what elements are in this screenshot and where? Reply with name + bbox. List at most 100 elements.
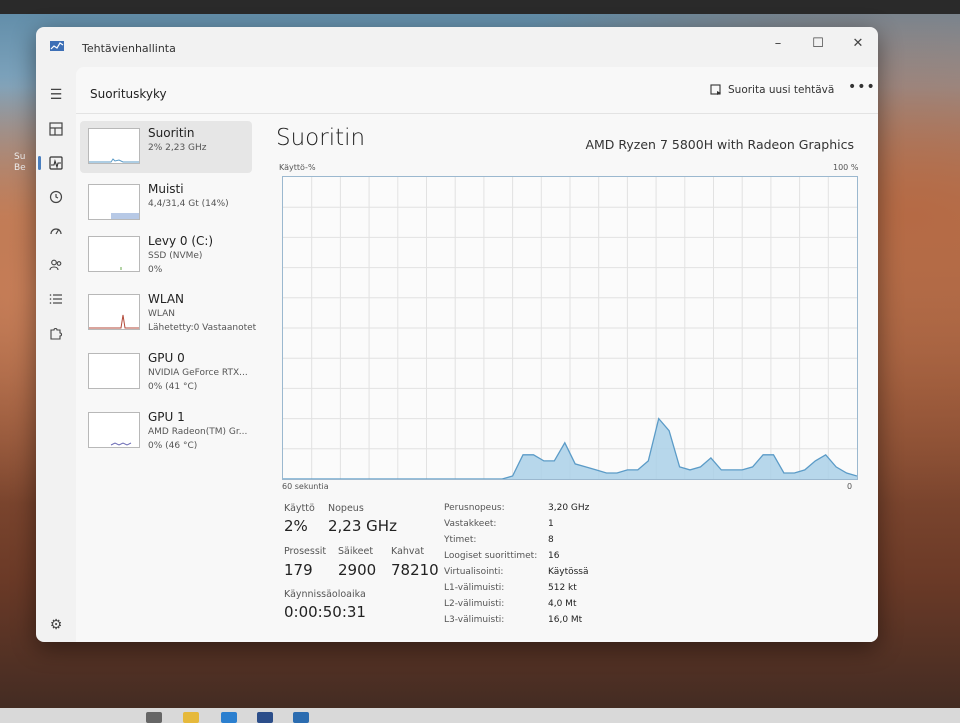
usage-value: 2% <box>284 517 308 535</box>
close-button[interactable]: ✕ <box>838 31 878 57</box>
device-name: GPU 1 <box>148 410 185 424</box>
screen-bezel <box>0 0 960 14</box>
list-icon <box>49 294 62 304</box>
startup-apps-icon[interactable] <box>44 219 68 243</box>
device-name: Suoritin <box>148 126 195 140</box>
run-new-task-button[interactable]: Suorita uusi tehtävä <box>710 84 834 96</box>
device-name: WLAN <box>148 292 185 306</box>
speed-label: Nopeus <box>328 503 364 514</box>
details-icon[interactable] <box>44 287 68 311</box>
info-label: Virtualisointi: <box>444 567 504 577</box>
graph-y-label: Käyttö-% <box>279 163 316 172</box>
cpu-title: Suoritin <box>276 125 366 151</box>
device-item-gpu0[interactable]: GPU 0 NVIDIA GeForce RTX... 0% (41 °C) <box>80 346 252 398</box>
app-history-icon[interactable] <box>44 185 68 209</box>
services-icon[interactable] <box>44 321 68 345</box>
memory-thumbnail-graph <box>88 184 140 220</box>
hamburger-menu-icon[interactable]: ☰ <box>44 83 68 107</box>
graph-y-max: 100 % <box>833 163 859 172</box>
graph-time-end: 0 <box>847 482 853 491</box>
info-value: 3,20 GHz <box>548 503 590 513</box>
device-detail: AMD Radeon(TM) Gr... <box>148 427 248 437</box>
info-value: 16,0 Mt <box>548 615 583 625</box>
cpu-thumbnail-graph <box>88 128 140 164</box>
uptime-label: Käynnissäoloaika <box>284 589 366 600</box>
processes-value: 179 <box>284 561 313 579</box>
page-title: Suorituskyky <box>90 87 167 101</box>
device-detail: 0% (41 °C) <box>148 382 198 392</box>
info-value: 1 <box>548 519 554 529</box>
info-label: Perusnopeus: <box>444 503 505 513</box>
minimize-button[interactable]: – <box>758 31 798 57</box>
device-item-disk[interactable]: Levy 0 (C:) SSD (NVMe) 0% <box>80 229 252 281</box>
more-options-button[interactable]: ••• <box>848 79 876 95</box>
device-detail: 0% <box>148 265 163 275</box>
history-clock-icon <box>49 190 63 204</box>
users-icon[interactable] <box>44 253 68 277</box>
cpu-model-name: AMD Ryzen 7 5800H with Radeon Graphics <box>585 137 854 152</box>
threads-label: Säikeet <box>338 546 374 557</box>
info-value: 16 <box>548 551 560 561</box>
info-label: L2-välimuisti: <box>444 599 505 609</box>
desktop-icon-label[interactable]: Su <box>14 152 25 162</box>
performance-icon[interactable] <box>38 151 68 175</box>
gpu0-thumbnail-graph <box>88 353 140 389</box>
device-name: Muisti <box>148 182 184 196</box>
info-label: Ytimet: <box>444 535 477 545</box>
device-detail: WLAN <box>148 309 176 319</box>
info-value: 8 <box>548 535 554 545</box>
task-manager-window: Tehtävienhallinta – ☐ ✕ ☰ ⚙ Suorituskyky… <box>36 27 878 642</box>
speedometer-icon <box>50 228 62 235</box>
disk-thumbnail-graph <box>88 236 140 272</box>
uptime-value: 0:00:50:31 <box>284 603 366 621</box>
taskbar <box>0 708 960 723</box>
processes-icon[interactable] <box>44 117 68 141</box>
title-bar[interactable]: Tehtävienhallinta – ☐ ✕ <box>36 27 878 67</box>
handles-label: Kahvat <box>391 546 425 557</box>
device-item-wlan[interactable]: WLAN WLAN Lähetetty:0 Vastaanotet <box>80 287 256 339</box>
handles-value: 78210 <box>391 561 439 579</box>
window-title: Tehtävienhallinta <box>82 42 176 55</box>
device-name: GPU 0 <box>148 351 185 365</box>
desktop-icon-label[interactable]: Be <box>14 163 26 173</box>
usage-label: Käyttö <box>284 503 315 514</box>
info-value: 512 kt <box>548 583 577 593</box>
info-value: Käytössä <box>548 567 589 577</box>
processes-label: Prosessit <box>284 546 327 557</box>
task-manager-app-icon <box>50 41 64 51</box>
taskbar-app-icon[interactable] <box>257 712 273 723</box>
device-detail: 2% 2,23 GHz <box>148 143 207 153</box>
device-item-memory[interactable]: Muisti 4,4/31,4 Gt (14%) <box>80 177 252 229</box>
people-icon <box>49 259 62 271</box>
page-header: Suorituskyky Suorita uusi tehtävä ••• <box>76 67 878 114</box>
device-detail: NVIDIA GeForce RTX... <box>148 368 248 378</box>
settings-gear-icon[interactable]: ⚙ <box>44 613 68 637</box>
puzzle-icon <box>50 328 62 340</box>
device-name: Levy 0 (C:) <box>148 234 214 248</box>
graph-time-span: 60 sekuntia <box>282 482 329 491</box>
wlan-thumbnail-graph <box>88 294 140 330</box>
device-detail: SSD (NVMe) <box>148 251 203 261</box>
info-label: Vastakkeet: <box>444 519 497 529</box>
device-item-gpu1[interactable]: GPU 1 AMD Radeon(TM) Gr... 0% (46 °C) <box>80 405 252 457</box>
cpu-usage-graph <box>282 176 858 480</box>
speed-value: 2,23 GHz <box>328 517 397 535</box>
device-item-cpu[interactable]: Suoritin 2% 2,23 GHz <box>80 121 252 173</box>
info-value: 4,0 Mt <box>548 599 577 609</box>
run-new-task-label: Suorita uusi tehtävä <box>728 84 835 96</box>
run-task-icon <box>710 84 721 95</box>
file-explorer-icon[interactable] <box>183 712 199 723</box>
device-detail: Lähetetty:0 Vastaanotet <box>148 323 257 333</box>
taskbar-app-icon[interactable] <box>293 712 309 723</box>
pulse-chart-icon <box>49 156 63 170</box>
browser-icon[interactable] <box>221 712 237 723</box>
info-label: L1-välimuisti: <box>444 583 505 593</box>
threads-value: 2900 <box>338 561 377 579</box>
grid-icon <box>49 122 63 136</box>
device-detail: 0% (46 °C) <box>148 441 198 451</box>
maximize-button[interactable]: ☐ <box>798 31 838 57</box>
info-label: L3-välimuisti: <box>444 615 505 625</box>
taskbar-app-icon[interactable] <box>146 712 162 723</box>
navigation-rail: ☰ ⚙ <box>36 67 76 642</box>
device-detail: 4,4/31,4 Gt (14%) <box>148 199 229 209</box>
